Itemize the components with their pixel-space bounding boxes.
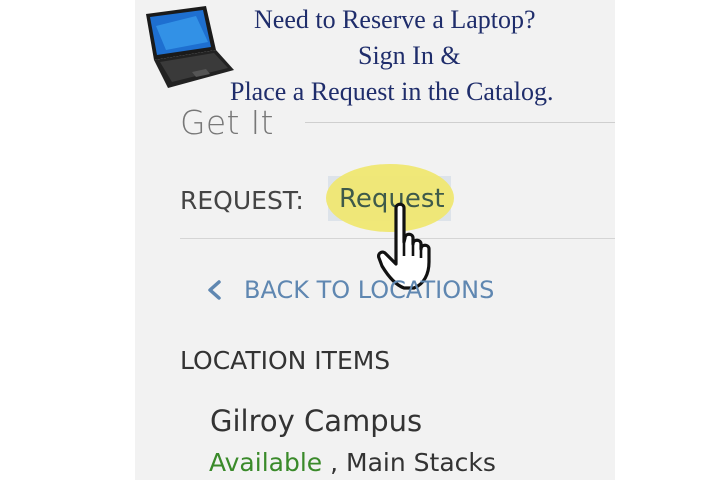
back-to-locations-link[interactable]: BACK TO LOCATIONS [204,276,494,304]
banner-line-1: Need to Reserve a Laptop? [254,5,536,34]
divider [305,122,615,123]
location-items-heading: LOCATION ITEMS [180,346,391,375]
request-label: REQUEST: [180,186,304,215]
banner-line-3: Place a Request in the Catalog. [230,77,554,106]
item-status-line: Available , Main Stacks [209,448,496,477]
campus-name: Gilroy Campus [210,404,423,438]
shelf-location: Main Stacks [346,448,496,477]
section-title: Get It [180,103,274,142]
chevron-left-icon [208,280,221,300]
status-separator: , [322,448,347,477]
availability-status: Available [209,448,323,477]
back-link-label: BACK TO LOCATIONS [244,276,495,304]
laptop-icon [146,6,234,88]
banner-line-2: Sign In & [358,41,461,70]
